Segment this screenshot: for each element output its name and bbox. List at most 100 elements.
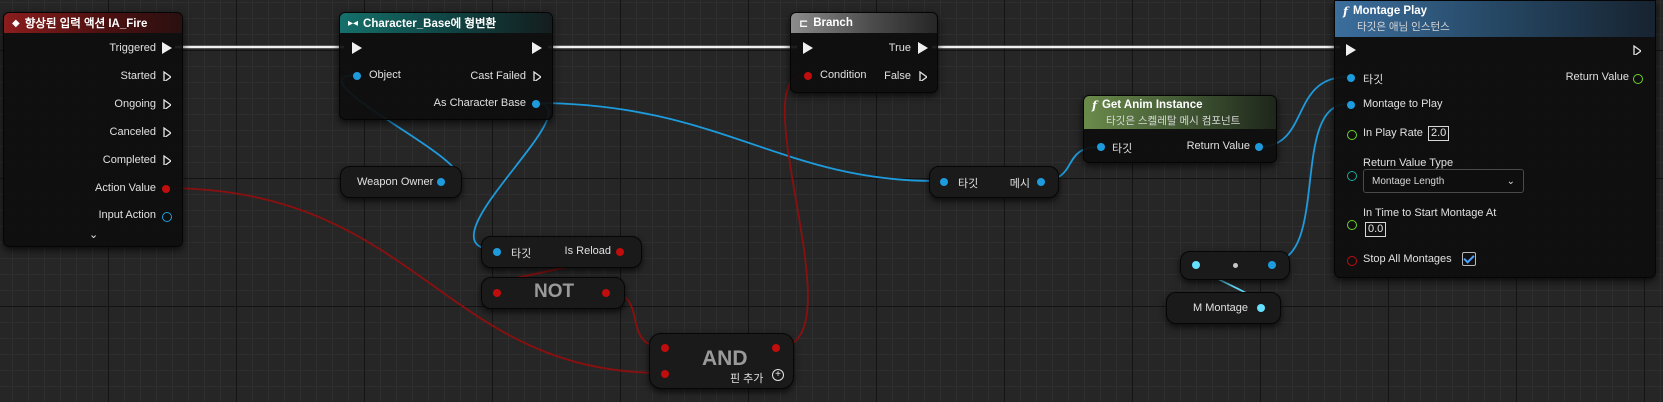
in-play-rate-input[interactable]: 2.0 (1428, 126, 1450, 141)
float-pin-in-time-to-start[interactable] (1347, 220, 1357, 230)
m-montage-label: M Montage (1193, 302, 1249, 314)
input-action-node[interactable]: ◆ 향상된 입력 액션 IA_Fire Triggered Started On… (3, 12, 183, 247)
get-anim-instance-node[interactable]: f Get Anim Instance 타깃은 스켈레탈 메시 컴포넌트 타깃 … (1083, 95, 1277, 163)
bool-pin-not-in[interactable] (493, 289, 501, 297)
object-pin-getanim-target[interactable] (1097, 143, 1105, 151)
and-add-pin-label[interactable]: 핀 추가 (730, 370, 763, 386)
exec-pin-branch-in[interactable] (803, 42, 813, 54)
input-action-title: 향상된 입력 액션 IA_Fire (24, 18, 148, 30)
object-pin-mesh-output[interactable] (1037, 178, 1045, 186)
plus-circle-icon[interactable]: + (772, 369, 784, 381)
get-anim-instance-title: Get Anim Instance (1101, 98, 1203, 111)
pin-label-action-value: Action Value (95, 182, 156, 194)
reroute-dot (1233, 263, 1238, 268)
montage-pin-m-montage[interactable] (1257, 304, 1265, 312)
enum-pin-return-value-type[interactable] (1347, 171, 1357, 181)
and-node[interactable]: AND 핀 추가 + (649, 333, 794, 389)
in-time-to-start-input[interactable]: 0.0 (1365, 222, 1387, 237)
bool-pin-and-a[interactable] (661, 344, 669, 352)
input-action-header[interactable]: ◆ 향상된 입력 액션 IA_Fire (4, 13, 182, 33)
exec-pin-completed[interactable] (163, 155, 171, 165)
pin-label-in-play-rate: In Play Rate (1363, 127, 1423, 139)
bool-pin-not-out[interactable] (602, 289, 610, 297)
reroute-node[interactable] (1180, 251, 1290, 280)
object-pin-isreload-target[interactable] (493, 248, 501, 256)
stop-all-montages-checkbox[interactable] (1462, 252, 1476, 266)
is-reload-node[interactable]: 타깃 Is Reload (481, 236, 642, 268)
pin-label-true: True (888, 42, 911, 54)
bool-pin-action-value[interactable] (162, 185, 170, 193)
return-value-type-dropdown[interactable]: Montage Length ⌄ (1363, 169, 1524, 193)
pin-label-completed: Completed (102, 154, 156, 166)
pin-label-ongoing: Ongoing (114, 98, 156, 110)
exec-pin-triggered[interactable] (162, 42, 172, 54)
pin-label-montage-to-play: Montage to Play (1363, 98, 1443, 110)
exec-pin-canceled[interactable] (163, 127, 171, 137)
chevron-down-icon[interactable]: ⌄ (89, 228, 98, 241)
not-label: NOT (534, 281, 575, 302)
float-pin-return-value[interactable] (1633, 74, 1643, 84)
bool-pin-condition[interactable] (804, 72, 812, 80)
function-f-icon: f (1092, 97, 1097, 112)
exec-pin-ongoing[interactable] (163, 99, 171, 109)
bool-pin-and-out[interactable] (772, 344, 780, 352)
exec-pin-cast-in[interactable] (352, 42, 362, 54)
pin-label-condition: Condition (820, 69, 867, 81)
bool-pin-and-b[interactable] (661, 370, 669, 378)
exec-pin-montage-out[interactable] (1633, 45, 1641, 55)
mesh-getter-target-label: 타깃 (958, 178, 979, 190)
cast-header[interactable]: ▸◂ Character_Base에 형변환 (340, 13, 552, 33)
montage-play-subtitle: 타깃은 애님 인스턴스 (1357, 21, 1450, 33)
bool-pin-is-reload[interactable] (616, 248, 624, 256)
wire-and-condition (777, 74, 809, 348)
float-pin-in-play-rate[interactable] (1347, 130, 1357, 140)
get-anim-instance-header[interactable]: f Get Anim Instance 타깃은 스켈레탈 메시 컴포넌트 (1084, 96, 1276, 129)
mesh-getter-output-label: 메시 (1009, 178, 1030, 190)
bool-pin-stop-all-montages[interactable] (1347, 256, 1357, 266)
pin-label-canceled: Canceled (109, 126, 156, 138)
branch-title: Branch (813, 17, 853, 29)
is-reload-target-label: 타깃 (511, 248, 532, 260)
chevron-down-icon: ⌄ (1506, 175, 1515, 187)
exec-pin-montage-in[interactable] (1346, 44, 1356, 56)
branch-header[interactable]: ⊏ Branch (791, 13, 937, 33)
pin-label-input-action: Input Action (98, 209, 157, 221)
exec-pin-started[interactable] (163, 71, 171, 81)
exec-pin-false[interactable] (919, 71, 927, 81)
montage-play-node[interactable]: f Montage Play 타깃은 애님 인스턴스 타깃 Return Val… (1334, 0, 1656, 278)
branch-node[interactable]: ⊏ Branch True Condition False (790, 12, 938, 93)
pin-label-cast-failed: Cast Failed (470, 70, 526, 82)
object-pin-as-character-base[interactable] (532, 100, 540, 108)
not-node[interactable]: NOT (481, 277, 625, 309)
pin-label-getanim-target: 타깃 (1112, 143, 1133, 155)
pin-label-return-value-type: Return Value Type (1363, 157, 1454, 169)
pin-label-object: Object (369, 69, 401, 81)
exec-pin-true[interactable] (918, 42, 928, 54)
cast-arrow-icon: ▸◂ (348, 17, 359, 29)
function-f-icon: f (1343, 4, 1348, 18)
exec-pin-cast-out[interactable] (532, 42, 542, 54)
object-pin-getanim-return[interactable] (1255, 143, 1263, 151)
object-pin-input-action[interactable] (162, 212, 172, 222)
montage-play-title: Montage Play (1352, 5, 1428, 17)
branch-icon: ⊏ (799, 17, 809, 30)
pin-label-montage-return: Return Value (1565, 71, 1629, 83)
montage-pin-reroute-in[interactable] (1192, 261, 1200, 269)
object-pin-reroute-out[interactable] (1268, 261, 1276, 269)
montage-play-header[interactable]: f Montage Play 타깃은 애님 인스턴스 (1335, 1, 1655, 37)
pin-label-in-time-to-start: In Time to Start Montage At (1363, 207, 1497, 219)
object-pin-montage-target[interactable] (1347, 74, 1355, 82)
mesh-getter-node[interactable]: 타깃 메시 (929, 166, 1059, 198)
cast-node[interactable]: ▸◂ Character_Base에 형변환 Object Cast Faile… (339, 12, 553, 120)
object-pin-weapon-owner[interactable] (437, 178, 445, 186)
wire-castbase-isreload-target (472, 102, 550, 251)
object-pin-montage-to-play[interactable] (1347, 101, 1355, 109)
m-montage-node[interactable]: M Montage (1166, 292, 1281, 324)
diamond-event-icon: ◆ (12, 17, 20, 29)
object-pin-mesh-target[interactable] (940, 178, 948, 186)
pin-label-as-character-base: As Character Base (433, 97, 526, 109)
exec-pin-cast-failed[interactable] (533, 71, 541, 81)
is-reload-output-label: Is Reload (564, 245, 611, 257)
weapon-owner-node[interactable]: Weapon Owner (340, 166, 462, 198)
object-pin-cast-object[interactable] (353, 72, 361, 80)
